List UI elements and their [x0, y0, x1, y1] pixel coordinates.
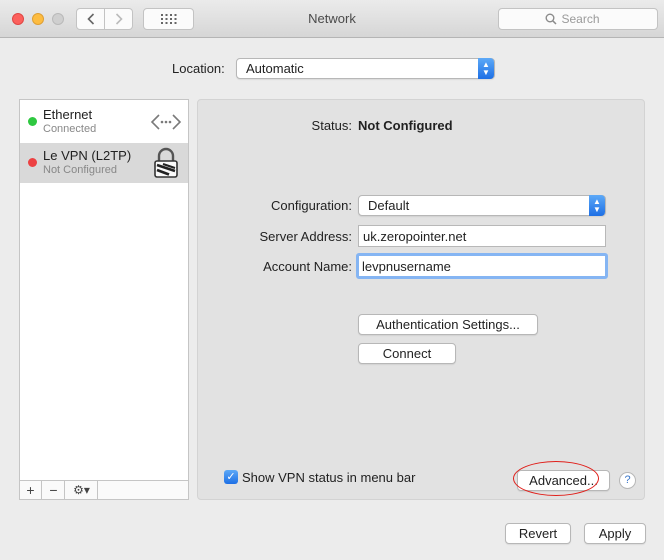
forward-button[interactable]	[104, 8, 133, 30]
search-input[interactable]	[561, 12, 612, 26]
configuration-value: Default	[368, 198, 410, 213]
status-dot-green	[28, 117, 37, 126]
authentication-settings-button[interactable]: Authentication Settings...	[358, 314, 538, 335]
popup-arrows-icon: ▲ ▼	[478, 58, 494, 79]
show-vpn-status-checkbox[interactable]: ✓	[224, 470, 238, 484]
service-item-ethernet[interactable]: Ethernet Connected	[20, 102, 188, 142]
configuration-popup[interactable]: Default ▲ ▼	[358, 195, 606, 216]
configuration-label: Configuration:	[271, 198, 352, 213]
status-value: Not Configured	[358, 118, 453, 133]
account-name-field[interactable]	[356, 253, 608, 279]
service-item-le-vpn[interactable]: Le VPN (L2TP) Not Configured	[20, 143, 188, 183]
location-value: Automatic	[246, 61, 304, 76]
show-all-button[interactable]	[143, 8, 194, 30]
server-address-label: Server Address:	[259, 229, 353, 244]
account-name-label: Account Name:	[263, 259, 352, 274]
connect-button[interactable]: Connect	[358, 343, 456, 364]
search-icon	[545, 13, 557, 25]
search-field[interactable]	[498, 8, 658, 30]
popup-arrows-icon: ▲ ▼	[589, 195, 605, 216]
service-name: Le VPN (L2TP)	[43, 148, 132, 163]
window-title: Network	[308, 11, 356, 26]
status-dot-red	[28, 158, 37, 167]
chevron-left-icon	[86, 13, 94, 25]
grid-icon	[160, 14, 176, 24]
service-list-toolbar: + − ⚙︎▾	[19, 480, 189, 500]
service-list[interactable]: Ethernet Connected Le VPN (L2TP) Not Con…	[19, 99, 189, 481]
add-service-button[interactable]: +	[20, 481, 42, 499]
close-window-button[interactable]	[12, 13, 24, 25]
detail-pane	[197, 99, 645, 500]
chevron-right-icon	[115, 13, 123, 25]
gear-menu-button[interactable]: ⚙︎▾	[66, 481, 98, 499]
server-address-field[interactable]	[358, 225, 606, 247]
service-status: Not Configured	[43, 164, 117, 176]
show-vpn-status-label: Show VPN status in menu bar	[242, 470, 416, 485]
apply-button[interactable]: Apply	[584, 523, 646, 544]
revert-button[interactable]: Revert	[505, 523, 571, 544]
back-button[interactable]	[76, 8, 105, 30]
zoom-window-button[interactable]	[52, 13, 64, 25]
remove-service-button[interactable]: −	[43, 481, 65, 499]
help-button[interactable]: ?	[619, 472, 636, 489]
vpn-lock-icon	[154, 147, 178, 178]
ethernet-arrows-icon	[150, 114, 182, 130]
service-status: Connected	[43, 123, 97, 135]
status-label: Status:	[311, 118, 352, 133]
location-label: Location:	[172, 61, 225, 76]
service-name: Ethernet	[43, 107, 93, 122]
annotation-circle	[513, 461, 599, 496]
minimize-window-button[interactable]	[32, 13, 44, 25]
location-popup[interactable]: Automatic ▲ ▼	[236, 58, 495, 79]
